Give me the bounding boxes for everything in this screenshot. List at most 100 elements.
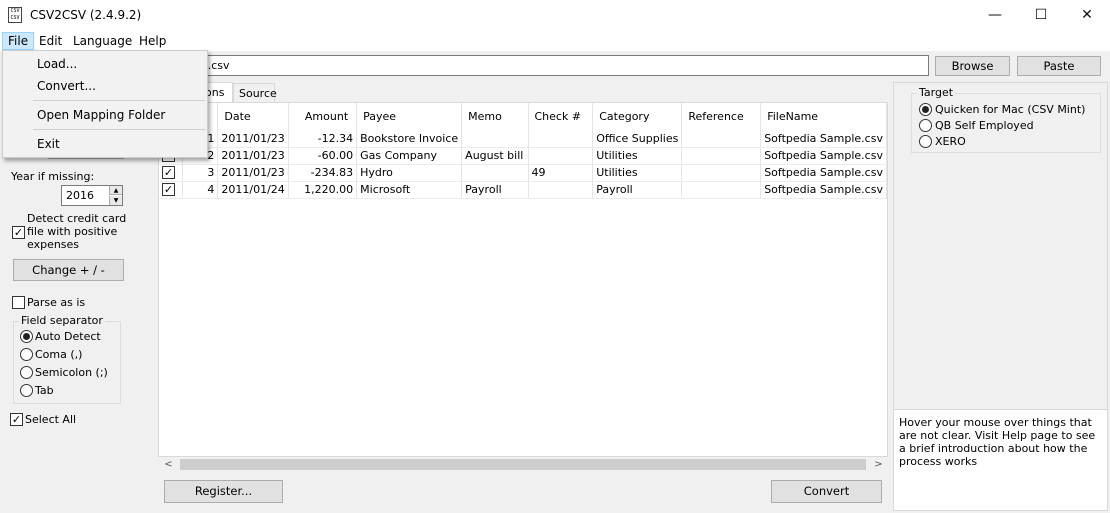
title-bar: CSV CSV CSV2CSV (2.4.9.2) — ☐ ✕ — [0, 0, 1110, 31]
parse-as-is-label: Parse as is — [27, 296, 86, 309]
paste-button[interactable]: Paste — [1017, 56, 1101, 76]
separator-tab-radio[interactable] — [20, 384, 33, 397]
row-payee: Hydro — [356, 164, 463, 182]
tab-source[interactable]: Source — [233, 83, 277, 103]
row-date: 2011/01/23 — [217, 164, 289, 182]
detect-credit-checkbox[interactable]: ✓ — [12, 226, 25, 239]
col-header-payee[interactable]: Payee — [356, 103, 463, 130]
separator-tab-label: Tab — [35, 384, 54, 397]
spin-up-icon[interactable]: ▲ — [109, 186, 122, 195]
select-all-checkbox[interactable]: ✓ — [10, 413, 23, 426]
row-checkbox[interactable]: ✓ — [162, 166, 175, 180]
row-category: Office Supplies — [592, 130, 683, 148]
register-button[interactable]: Register... — [164, 480, 283, 503]
row-category: Payroll — [592, 181, 683, 199]
col-header-date[interactable]: Date — [217, 103, 289, 130]
field-separator-legend: Field separator — [19, 314, 105, 327]
browse-button[interactable]: Browse — [935, 56, 1010, 76]
year-value: 2016 — [66, 189, 94, 202]
target-quicken-label: Quicken for Mac (CSV Mint) — [935, 103, 1086, 116]
row-filename: Softpedia Sample.csv — [760, 164, 887, 182]
grid-horizontal-scrollbar[interactable]: < > — [158, 457, 888, 472]
separator-auto-radio[interactable] — [20, 330, 33, 343]
target-qb-radio[interactable] — [919, 119, 932, 132]
row-memo — [461, 130, 529, 148]
row-reference — [681, 130, 762, 148]
row-num: 4 — [182, 181, 219, 199]
convert-button[interactable]: Convert — [771, 480, 882, 503]
row-filename: Softpedia Sample.csv — [760, 147, 887, 165]
menu-edit[interactable]: Edit — [34, 32, 67, 50]
target-legend: Target — [917, 86, 956, 99]
separator-semicolon-radio[interactable] — [20, 366, 33, 379]
row-amount: -234.83 — [288, 164, 358, 182]
row-date: 2011/01/23 — [217, 130, 289, 148]
row-checkbox-cell[interactable]: ✓ — [159, 164, 184, 182]
target-qb-label: QB Self Employed — [935, 119, 1034, 132]
menu-item-load[interactable]: Load... — [37, 57, 77, 71]
spin-down-icon[interactable]: ▼ — [109, 196, 122, 205]
window-title: CSV2CSV (2.4.9.2) — [30, 8, 142, 22]
menu-bar: File Edit Language Help — [0, 31, 1110, 51]
row-check-number — [528, 130, 594, 148]
scroll-thumb[interactable] — [180, 459, 866, 470]
row-reference — [681, 147, 762, 165]
year-spinner[interactable]: 2016 ▲ ▼ — [61, 185, 123, 206]
row-checkbox-cell[interactable]: ✓ — [159, 181, 184, 199]
row-num: 3 — [182, 164, 219, 182]
menu-separator — [33, 100, 205, 101]
row-amount: -60.00 — [288, 147, 358, 165]
col-header-amount[interactable]: Amount — [288, 103, 358, 130]
scroll-right-icon[interactable]: > — [870, 457, 887, 472]
year-label: Year if missing: — [11, 170, 95, 183]
row-check-number — [528, 181, 594, 199]
row-memo — [461, 164, 529, 182]
maximize-button[interactable]: ☐ — [1018, 0, 1064, 31]
table-row[interactable]: ✓ 3 2011/01/23 -234.83 Hydro 49 Utilitie… — [159, 164, 887, 182]
change-sign-button[interactable]: Change + / - — [13, 259, 124, 281]
menu-help[interactable]: Help — [134, 32, 171, 50]
col-header-check-number[interactable]: Check # — [528, 103, 594, 130]
col-header-reference[interactable]: Reference — [681, 103, 762, 130]
table-row[interactable]: 1 2011/01/23 -12.34 Bookstore Invoice Of… — [159, 130, 887, 148]
row-amount: 1,220.00 — [288, 181, 358, 199]
table-row[interactable]: ✓ 4 2011/01/24 1,220.00 Microsoft Payrol… — [159, 181, 887, 199]
col-header-memo[interactable]: Memo — [461, 103, 529, 130]
grid-header-row: Date Amount Payee Memo Check # Category … — [159, 103, 887, 130]
row-memo: Payroll — [461, 181, 529, 199]
app-icon: CSV CSV — [8, 7, 22, 23]
col-header-category[interactable]: Category — [592, 103, 683, 130]
row-date: 2011/01/24 — [217, 181, 289, 199]
target-quicken-radio[interactable] — [919, 103, 932, 116]
minimize-button[interactable]: — — [972, 0, 1018, 31]
row-payee: Gas Company — [356, 147, 463, 165]
menu-file[interactable]: File — [2, 32, 35, 50]
separator-auto-label: Auto Detect — [35, 330, 101, 343]
row-reference — [681, 181, 762, 199]
col-header-filename[interactable]: FileName — [760, 103, 887, 130]
row-memo: August bill — [461, 147, 529, 165]
close-button[interactable]: ✕ — [1064, 0, 1110, 31]
table-row[interactable]: 2 2011/01/23 -60.00 Gas Company August b… — [159, 147, 887, 165]
menu-item-exit[interactable]: Exit — [37, 137, 60, 151]
row-filename: Softpedia Sample.csv — [760, 130, 887, 148]
target-xero-label: XERO — [935, 135, 966, 148]
target-xero-radio[interactable] — [919, 135, 932, 148]
file-dropdown-menu: Load... Convert... Open Mapping Folder E… — [2, 50, 208, 158]
select-all-label: Select All — [25, 413, 77, 426]
right-panel: Target Quicken for Mac (CSV Mint) QB Sel… — [893, 82, 1108, 511]
menu-language[interactable]: Language — [68, 32, 137, 50]
row-date: 2011/01/23 — [217, 147, 289, 165]
row-category: Utilities — [592, 147, 683, 165]
row-reference — [681, 164, 762, 182]
file-path-input[interactable]: e.csv — [196, 55, 929, 76]
separator-coma-radio[interactable] — [20, 348, 33, 361]
scroll-left-icon[interactable]: < — [160, 457, 177, 472]
transactions-grid: Date Amount Payee Memo Check # Category … — [158, 102, 888, 457]
menu-item-open-mapping-folder[interactable]: Open Mapping Folder — [37, 108, 165, 122]
row-checkbox[interactable]: ✓ — [162, 183, 175, 197]
menu-separator — [33, 129, 205, 130]
menu-item-convert[interactable]: Convert... — [37, 79, 96, 93]
parse-as-is-checkbox[interactable] — [12, 296, 25, 309]
separator-coma-label: Coma (,) — [35, 348, 83, 361]
